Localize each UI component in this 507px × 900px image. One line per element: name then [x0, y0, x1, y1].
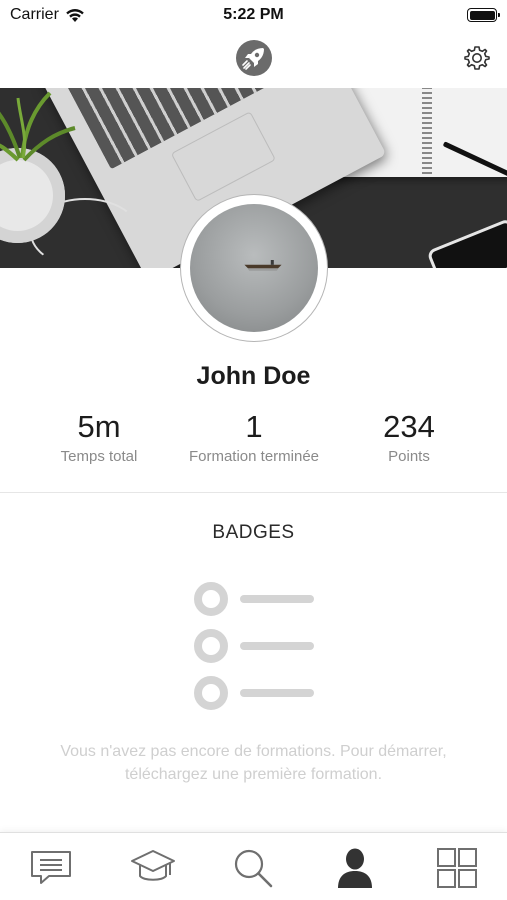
stat-label: Formation terminée	[188, 448, 320, 465]
cover-phone	[426, 217, 507, 268]
rocket-icon	[236, 40, 272, 76]
tab-messages[interactable]	[28, 845, 74, 891]
message-icon	[31, 851, 71, 884]
cover-plant	[0, 91, 76, 162]
graduation-cap-icon	[131, 850, 175, 881]
tab-more[interactable]	[434, 845, 480, 891]
profile-name: John Doe	[196, 362, 311, 390]
battery-icon	[467, 8, 500, 22]
avatar	[190, 204, 318, 332]
empty-list-icon	[190, 580, 320, 720]
tab-trainings[interactable]	[130, 845, 176, 891]
app-header	[0, 30, 507, 86]
avatar-boat-image	[244, 260, 282, 271]
grid-icon	[437, 848, 477, 888]
status-time: 5:22 PM	[223, 6, 284, 23]
empty-list-row	[190, 627, 320, 665]
profile-stats: 5m Temps total 1 Formation terminée 234 …	[0, 408, 507, 468]
search-icon	[234, 849, 273, 888]
stat-value: 234	[383, 409, 435, 444]
tab-bar	[0, 832, 507, 900]
tab-profile[interactable]	[332, 845, 378, 891]
stat-points: 234 Points	[324, 408, 494, 465]
empty-list-row	[190, 580, 320, 618]
battery-level	[469, 10, 495, 20]
status-bar: Carrier 5:22 PM	[0, 0, 507, 30]
stat-label: Points	[388, 448, 430, 465]
stat-value: 1	[245, 409, 263, 444]
gear-icon[interactable]	[463, 44, 491, 72]
profile-icon	[338, 848, 372, 888]
stat-value: 5m	[77, 409, 121, 444]
avatar-frame[interactable]	[180, 194, 328, 342]
tab-search[interactable]	[230, 845, 276, 891]
badges-title: BADGES	[212, 522, 295, 543]
stat-completed-trainings: 1 Formation terminée	[169, 408, 339, 465]
stat-label: Temps total	[60, 448, 138, 465]
stat-total-time: 5m Temps total	[14, 408, 184, 465]
section-divider	[0, 492, 507, 493]
empty-list-row	[190, 674, 320, 712]
empty-state-message: Vous n'avez pas encore de formations. Po…	[60, 743, 447, 783]
